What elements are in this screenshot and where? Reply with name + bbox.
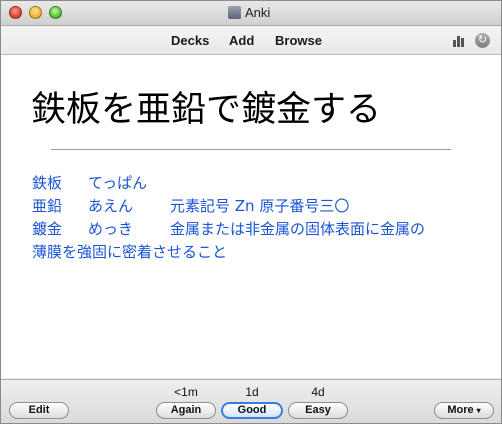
again-button[interactable]: Again <box>156 402 216 419</box>
card-view: 鉄板を亜鉛で鍍金する 鉄板 てっぱん 亜鉛 あえん 元素記号 Zn 原子番号三〇 鍍金… <box>1 55 501 378</box>
answer-word: 薄膜を強固に密着させること <box>32 243 228 261</box>
zoom-window-button[interactable] <box>49 6 62 19</box>
answer-line: 鍍金 めっき 金属または非金属の固体表面に金属の <box>32 218 472 241</box>
answer-note: 元素記号 Zn 原子番号三〇 <box>170 197 350 215</box>
review-bar: Edit <1m Again 1d Good 4d Easy More ▾ <box>1 379 501 423</box>
title-bar: Anki <box>1 1 501 26</box>
window-title: Anki <box>245 5 271 20</box>
easy-button[interactable]: Easy <box>288 402 348 419</box>
card-question: 鉄板を亜鉛で鍍金する <box>31 90 382 130</box>
browse-button[interactable]: Browse <box>275 33 322 48</box>
toolbar: Decks Add Browse ↻ <box>1 26 501 55</box>
bar-chart-icon[interactable] <box>453 35 467 47</box>
again-interval: <1m <box>174 385 198 399</box>
edit-button[interactable]: Edit <box>9 402 69 419</box>
question-answer-divider <box>51 149 451 150</box>
decks-button[interactable]: Decks <box>171 33 209 48</box>
answer-line: 亜鉛 あえん 元素記号 Zn 原子番号三〇 <box>32 195 472 218</box>
answer-reading: めっき <box>88 220 134 238</box>
answer-line: 薄膜を強固に密着させること <box>32 241 472 264</box>
anki-app-icon <box>228 6 241 19</box>
answer-word: 亜鉛 <box>32 197 63 215</box>
anki-window: Anki Decks Add Browse ↻ 鉄板を亜鉛で鍍金する 鉄板 てっぱ… <box>0 0 502 424</box>
more-label: More <box>447 404 474 416</box>
answer-word: 鉄板 <box>32 174 63 192</box>
answer-reading: あえん <box>88 197 134 215</box>
sync-icon[interactable]: ↻ <box>475 33 490 48</box>
add-button[interactable]: Add <box>229 33 254 48</box>
answer-word: 鍍金 <box>32 220 63 238</box>
good-interval: 1d <box>245 385 259 399</box>
answer-note: 金属または非金属の固体表面に金属の <box>170 220 426 238</box>
easy-interval: 4d <box>311 385 325 399</box>
answer-reading: てっぱん <box>88 174 148 192</box>
close-window-button[interactable] <box>9 6 22 19</box>
card-answer: 鉄板 てっぱん 亜鉛 あえん 元素記号 Zn 原子番号三〇 鍍金 めっき 金属または非金属… <box>32 172 472 264</box>
answer-line: 鉄板 てっぱん <box>32 172 472 195</box>
good-button[interactable]: Good <box>221 402 283 419</box>
chevron-down-icon: ▾ <box>476 406 481 415</box>
minimize-window-button[interactable] <box>29 6 42 19</box>
more-button[interactable]: More ▾ <box>434 402 494 419</box>
